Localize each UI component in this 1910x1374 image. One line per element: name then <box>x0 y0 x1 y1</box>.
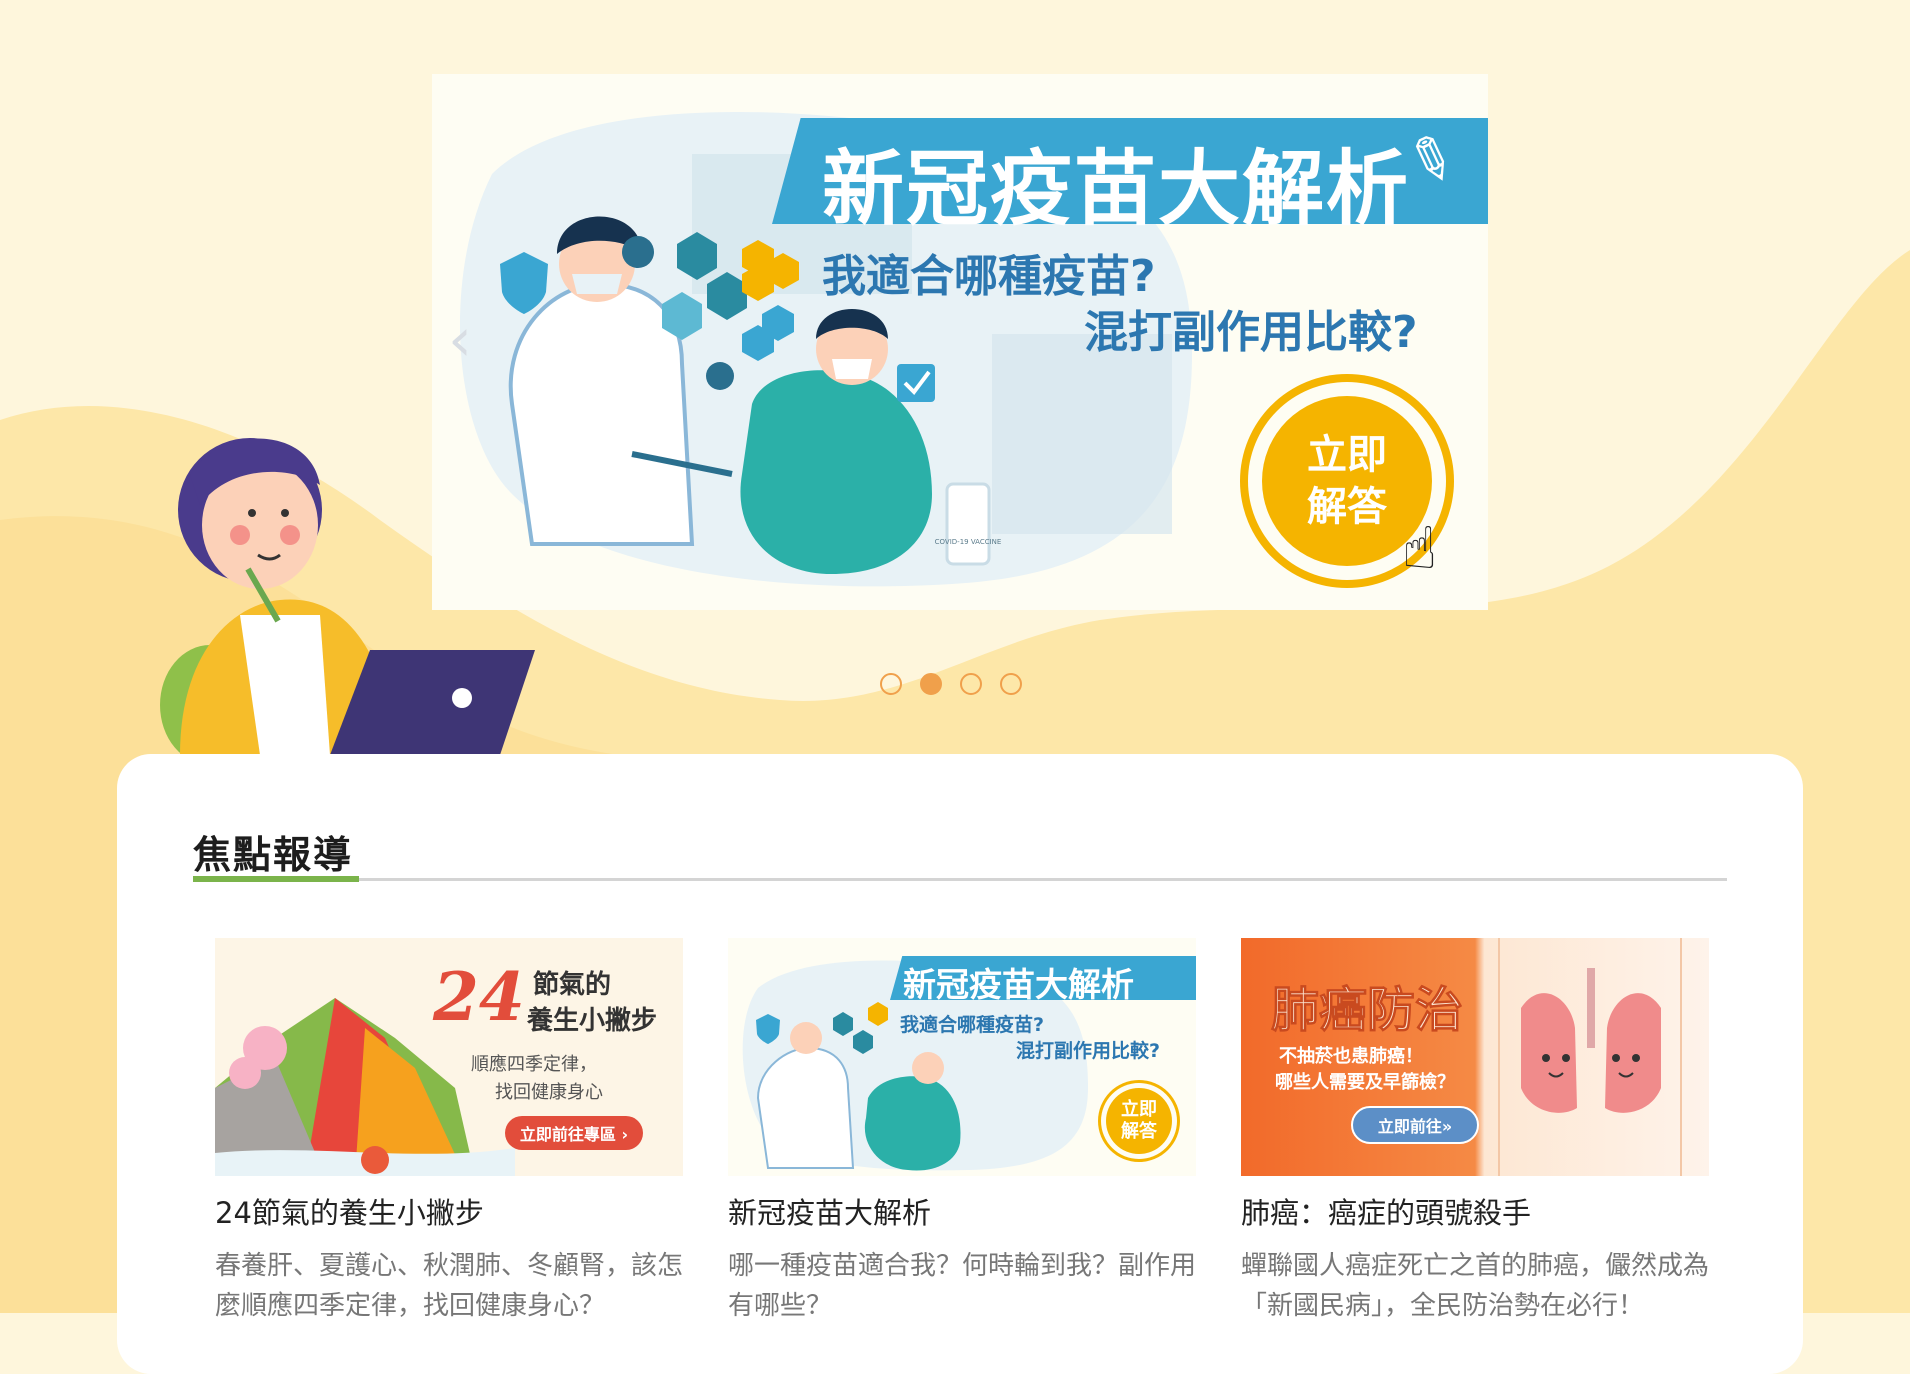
thumb-button: 立即解答 <box>1106 1088 1172 1154</box>
carousel-dot-3[interactable] <box>960 673 982 695</box>
focus-report-panel: 焦點報導 24 節氣的 養生小撇步 順應四季定律， 找回健康身心 立即前往專區 … <box>117 754 1803 1374</box>
hero-title: 新冠疫苗大解析 <box>822 142 1411 237</box>
hero-banner[interactable]: COVID-19 VACCINE 新冠疫苗大解析 ✎ 我適合哪種疫苗? 混打副作… <box>432 74 1488 610</box>
article-card-covid-vaccine[interactable]: 新冠疫苗大解析 我適合哪種疫苗? 混打副作用比較? 立即解答 新冠疫苗大解析 哪… <box>728 938 1196 1326</box>
hero-subtitle-2: 混打副作用比較? <box>1084 307 1418 358</box>
article-thumbnail[interactable]: 新冠疫苗大解析 我適合哪種疫苗? 混打副作用比較? 立即解答 <box>728 938 1196 1176</box>
thumb-button-label: 立即解答 <box>1121 1099 1157 1142</box>
carousel-dot-4[interactable] <box>1000 673 1022 695</box>
thumb-line-2: 混打副作用比較? <box>1016 1040 1161 1062</box>
thumb-line-1: 節氣的 <box>533 970 612 1000</box>
thumb-line-2: 養生小撇步 <box>527 1006 658 1036</box>
article-description: 春養肝、夏護心、秋潤肺、冬顧腎，該怎麼順應四季定律，找回健康身心？ <box>215 1251 684 1321</box>
carousel-dots <box>880 673 1022 695</box>
thumb-button: 立即前往» <box>1351 1106 1479 1144</box>
section-divider-accent <box>193 876 359 882</box>
thumb-line-4: 找回健康身心 <box>495 1082 603 1103</box>
section-heading: 焦點報導 <box>193 833 354 877</box>
thumb-heading: 新冠疫苗大解析 <box>903 965 1134 1004</box>
article-title[interactable]: 新冠疫苗大解析 <box>728 1190 1196 1232</box>
thumb-line-1: 我適合哪種疫苗? <box>900 1014 1045 1036</box>
thumb-button: 立即前往專區 › <box>505 1116 643 1150</box>
carousel-prev-arrow[interactable]: ‹ <box>448 310 472 370</box>
article-card-solar-terms[interactable]: 24 節氣的 養生小撇步 順應四季定律， 找回健康身心 立即前往專區 › 24節… <box>215 938 683 1326</box>
article-title[interactable]: 肺癌：癌症的頭號殺手 <box>1241 1190 1709 1232</box>
vaccine-bottle-label: COVID-19 VACCINE <box>935 538 1002 546</box>
thumb-big-number: 24 <box>433 958 525 1036</box>
carousel-dot-2[interactable] <box>920 673 942 695</box>
article-description: 蟬聯國人癌症死亡之首的肺癌，儼然成為「新國民病」，全民防治勢在必行！ <box>1241 1251 1710 1321</box>
thumb-heading: 肺癌防治 <box>1270 982 1464 1039</box>
carousel-dot-1[interactable] <box>880 673 902 695</box>
thumb-line-1: 不抽菸也患肺癌！ <box>1279 1046 1423 1067</box>
section-divider <box>193 878 1727 881</box>
hero-answer-label: 立即解答 <box>1307 432 1387 530</box>
article-description: 哪一種疫苗適合我？何時輪到我？副作用有哪些？ <box>728 1251 1197 1321</box>
hero-subtitle-1: 我適合哪種疫苗? <box>822 251 1156 302</box>
article-thumbnail[interactable]: 肺癌防治 不抽菸也患肺癌！ 哪些人需要及早篩檢？ 立即前往» <box>1241 938 1709 1176</box>
pointer-hand-icon: ☝ <box>1402 514 1438 582</box>
thumb-line-2: 哪些人需要及早篩檢？ <box>1275 1072 1455 1093</box>
article-thumbnail[interactable]: 24 節氣的 養生小撇步 順應四季定律， 找回健康身心 立即前往專區 › <box>215 938 683 1176</box>
thumb-line-3: 順應四季定律， <box>471 1054 597 1075</box>
girl-with-laptop-illustration <box>160 438 535 755</box>
article-card-lung-cancer[interactable]: 肺癌防治 不抽菸也患肺癌！ 哪些人需要及早篩檢？ 立即前往» 肺癌：癌症的頭號殺… <box>1241 938 1709 1326</box>
article-title[interactable]: 24節氣的養生小撇步 <box>215 1190 683 1232</box>
